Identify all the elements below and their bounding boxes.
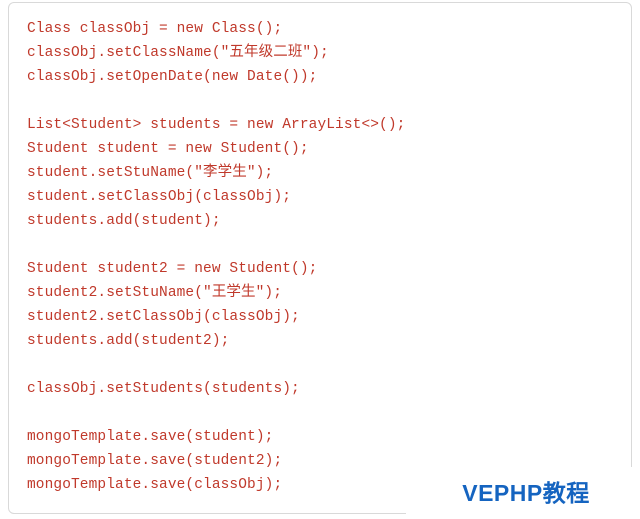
code-line: student2.setClassObj(classObj); bbox=[27, 305, 613, 329]
code-line: students.add(student); bbox=[27, 209, 613, 233]
watermark-text: VEPHP教程 bbox=[462, 474, 589, 508]
watermark-left-edge bbox=[406, 467, 412, 515]
code-line: students.add(student2); bbox=[27, 329, 613, 353]
code-line: Student student2 = new Student(); bbox=[27, 257, 613, 281]
code-line: classObj.setStudents(students); bbox=[27, 377, 613, 401]
code-block: Class classObj = new Class(); classObj.s… bbox=[8, 2, 632, 514]
blank-line bbox=[27, 401, 613, 425]
watermark-banner: VEPHP教程 bbox=[412, 467, 640, 515]
blank-line bbox=[27, 353, 613, 377]
code-line: Class classObj = new Class(); bbox=[27, 17, 613, 41]
code-line: classObj.setClassName("五年级二班"); bbox=[27, 41, 613, 65]
blank-line bbox=[27, 89, 613, 113]
code-line: student.setStuName("李学生"); bbox=[27, 161, 613, 185]
code-line: List<Student> students = new ArrayList<>… bbox=[27, 113, 613, 137]
code-line: Student student = new Student(); bbox=[27, 137, 613, 161]
code-line: mongoTemplate.save(student); bbox=[27, 425, 613, 449]
code-line: classObj.setOpenDate(new Date()); bbox=[27, 65, 613, 89]
code-line: student2.setStuName("王学生"); bbox=[27, 281, 613, 305]
blank-line bbox=[27, 233, 613, 257]
code-line: student.setClassObj(classObj); bbox=[27, 185, 613, 209]
